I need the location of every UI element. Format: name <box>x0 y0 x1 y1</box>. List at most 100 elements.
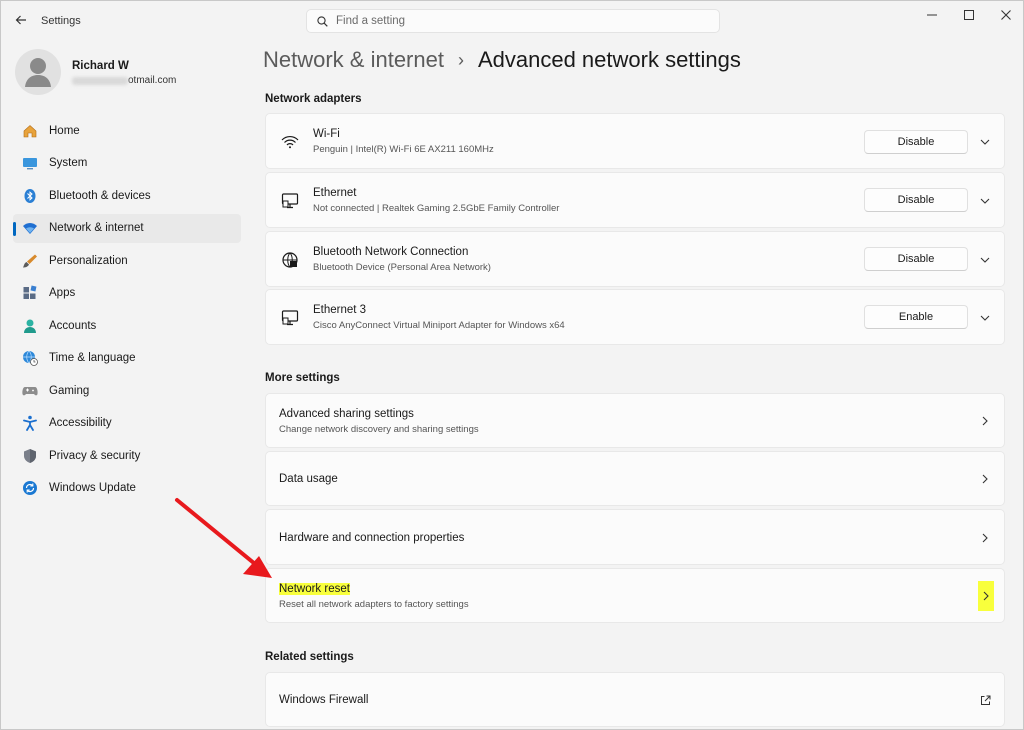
chevron-right-icon <box>978 581 994 611</box>
data-usage-link[interactable]: Data usage <box>265 451 1005 506</box>
adapter-card-bluetooth-network[interactable]: Bluetooth Network Connection Bluetooth D… <box>265 231 1005 287</box>
chevron-right-icon <box>978 531 992 545</box>
wifi-icon <box>280 132 300 152</box>
home-icon <box>21 122 39 140</box>
ethernet-icon <box>280 191 300 211</box>
title-bar: Settings <box>1 1 1024 41</box>
search-input[interactable] <box>336 15 696 27</box>
sidebar-item-home[interactable]: Home <box>13 116 241 145</box>
sidebar-item-system[interactable]: System <box>13 149 241 178</box>
chevron-down-icon[interactable] <box>978 253 992 267</box>
setting-title: Advanced sharing settings <box>279 408 414 420</box>
chevron-down-icon[interactable] <box>978 135 992 149</box>
globe-clock-icon <box>21 349 39 367</box>
sidebar-item-personalization[interactable]: Personalization <box>13 246 241 275</box>
external-link-icon <box>978 693 992 707</box>
section-title-related-settings: Related settings <box>265 651 354 663</box>
adapter-card-ethernet-3[interactable]: Ethernet 3 Cisco AnyConnect Virtual Mini… <box>265 289 1005 345</box>
enable-button[interactable]: Enable <box>864 305 968 329</box>
disable-button[interactable]: Disable <box>864 188 968 212</box>
annotation-arrow-icon <box>175 498 272 578</box>
brush-icon <box>21 252 39 270</box>
sidebar-item-label: System <box>49 157 88 169</box>
sidebar-item-label: Gaming <box>49 384 90 397</box>
email-redaction <box>72 76 128 85</box>
breadcrumb-parent-link[interactable]: Network & internet <box>263 47 444 73</box>
back-arrow-icon <box>15 15 26 25</box>
back-button[interactable] <box>9 9 33 31</box>
chevron-right-icon <box>978 472 992 486</box>
sidebar-item-label: Apps <box>49 287 76 299</box>
chevron-down-icon[interactable] <box>978 311 992 325</box>
app-title: Settings <box>41 15 81 27</box>
adapter-detail: Cisco AnyConnect Virtual Miniport Adapte… <box>313 320 565 331</box>
setting-title: Network reset <box>279 583 350 595</box>
setting-title: Hardware and connection properties <box>279 532 465 544</box>
apps-icon <box>21 284 39 302</box>
user-email: otmail.com <box>72 75 176 86</box>
disable-button[interactable]: Disable <box>864 130 968 154</box>
adapter-name: Ethernet <box>313 187 357 199</box>
sidebar-item-label: Accounts <box>49 319 97 332</box>
adapter-name: Ethernet 3 <box>313 304 367 316</box>
sidebar-item-accessibility[interactable]: Accessibility <box>13 409 241 438</box>
sidebar-item-label: Network & internet <box>49 222 144 234</box>
sidebar-item-privacy-security[interactable]: Privacy & security <box>13 441 241 470</box>
breadcrumb: Network & internet › Advanced network se… <box>263 47 741 73</box>
close-icon <box>1001 10 1011 20</box>
adapter-card-wifi[interactable]: Wi-Fi Penguin | Intel(R) Wi-Fi 6E AX211 … <box>265 113 1005 169</box>
gamepad-icon <box>21 382 39 400</box>
setting-title: Windows Firewall <box>279 694 369 706</box>
monitor-icon <box>21 154 39 172</box>
sidebar-item-label: Windows Update <box>49 482 136 494</box>
person-icon <box>21 317 39 335</box>
ethernet-icon <box>280 308 300 328</box>
maximize-icon <box>964 10 974 20</box>
adapter-name: Wi-Fi <box>313 128 340 140</box>
sidebar-item-label: Time & language <box>49 352 136 364</box>
sidebar-item-gaming[interactable]: Gaming <box>13 376 241 405</box>
update-icon <box>21 479 39 497</box>
accessibility-icon <box>21 414 39 432</box>
wifi-icon <box>21 219 39 237</box>
user-name: Richard W <box>72 60 129 72</box>
setting-subtitle: Change network discovery and sharing set… <box>279 424 479 435</box>
setting-subtitle: Reset all network adapters to factory se… <box>279 599 469 610</box>
sidebar-item-label: Bluetooth & devices <box>49 189 151 202</box>
network-reset-link[interactable]: Network reset Reset all network adapters… <box>265 568 1005 623</box>
close-button[interactable] <box>988 5 1024 25</box>
sidebar-item-time-language[interactable]: Time & language <box>13 344 241 373</box>
section-title-more-settings: More settings <box>265 372 340 384</box>
user-email-domain: otmail.com <box>128 75 177 86</box>
person-silhouette-icon <box>25 58 51 87</box>
setting-title: Data usage <box>279 473 338 485</box>
sidebar-item-label: Accessibility <box>49 417 112 429</box>
adapter-detail: Penguin | Intel(R) Wi-Fi 6E AX211 160MHz <box>313 144 494 155</box>
minimize-button[interactable] <box>914 5 950 25</box>
breadcrumb-separator-icon: › <box>457 49 464 70</box>
bluetooth-icon <box>21 187 39 205</box>
advanced-sharing-settings-link[interactable]: Advanced sharing settings Change network… <box>265 393 1005 448</box>
section-title-network-adapters: Network adapters <box>265 93 362 105</box>
sidebar-item-bluetooth-devices[interactable]: Bluetooth & devices <box>13 181 241 210</box>
search-icon <box>317 15 328 27</box>
windows-firewall-link[interactable]: Windows Firewall <box>265 672 1005 727</box>
disable-button[interactable]: Disable <box>864 247 968 271</box>
avatar[interactable] <box>15 49 61 95</box>
page-title: Advanced network settings <box>477 47 741 72</box>
adapter-card-ethernet[interactable]: Ethernet Not connected | Realtek Gaming … <box>265 172 1005 228</box>
sidebar-item-accounts[interactable]: Accounts <box>13 311 241 340</box>
minimize-icon <box>927 14 937 16</box>
sidebar-item-network-internet[interactable]: Network & internet <box>13 213 241 243</box>
sidebar-nav: Home System Bluetooth & devices Network … <box>13 116 241 506</box>
sidebar-item-label: Privacy & security <box>49 449 141 462</box>
shield-icon <box>21 447 39 465</box>
sidebar-item-apps[interactable]: Apps <box>13 279 241 308</box>
chevron-right-icon <box>978 414 992 428</box>
maximize-button[interactable] <box>951 5 987 25</box>
search-box[interactable] <box>306 9 720 33</box>
sidebar-item-label: Home <box>49 124 80 137</box>
chevron-down-icon[interactable] <box>978 194 992 208</box>
sidebar-item-label: Personalization <box>49 254 128 267</box>
hardware-connection-properties-link[interactable]: Hardware and connection properties <box>265 509 1005 565</box>
